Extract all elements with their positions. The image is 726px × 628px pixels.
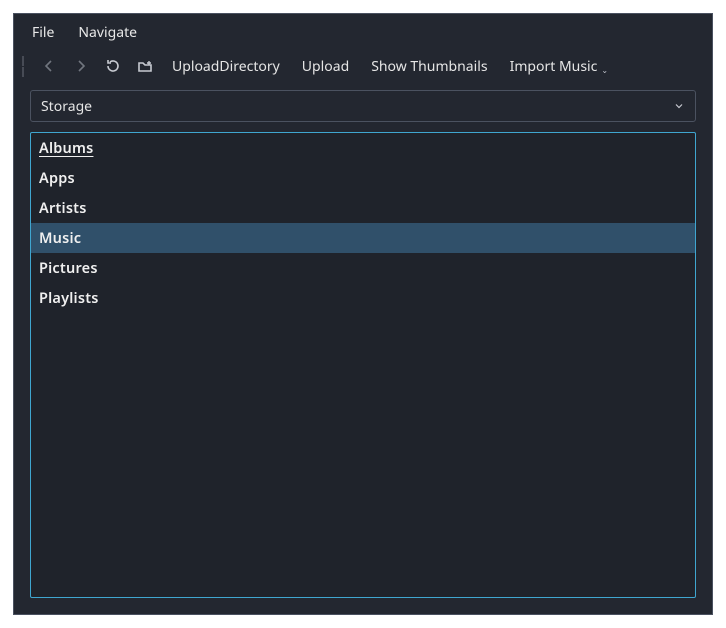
chevron-down-icon [673,100,685,112]
folder-listbox[interactable]: Albums Apps Artists Music Pictures Playl… [30,132,696,598]
upload-directory-button[interactable]: UploadDirectory [162,53,290,80]
list-item[interactable]: Artists [31,193,695,223]
upload-button[interactable]: Upload [292,53,359,80]
location-combo-value: Storage [41,97,92,116]
folder-plus-icon [137,58,153,74]
toolbar: UploadDirectory Upload Show Thumbnails I… [14,50,712,90]
list-item[interactable]: Albums [31,133,695,163]
refresh-button[interactable] [98,52,128,80]
location-combo[interactable]: Storage [30,90,696,122]
chevron-left-icon [41,58,57,74]
chevron-right-icon [73,58,89,74]
show-thumbnails-button[interactable]: Show Thumbnails [361,53,497,80]
new-folder-button[interactable] [130,52,160,80]
menubar: File Navigate [14,14,712,50]
app-window: File Navigate UploadDirectory Upload Sho… [13,13,713,615]
list-item[interactable]: Pictures [31,253,695,283]
menu-navigate[interactable]: Navigate [66,17,149,48]
content-area: Storage Albums Apps Artists Music Pictur… [14,90,712,614]
import-music-button[interactable]: Import Music ⌄ [500,53,618,80]
list-item[interactable]: Playlists [31,283,695,313]
refresh-icon [105,58,121,74]
list-item[interactable]: Music [31,223,695,253]
list-item[interactable]: Apps [31,163,695,193]
back-button[interactable] [34,52,64,80]
dropdown-caret-icon: ⌄ [601,65,608,76]
menu-file[interactable]: File [20,17,66,48]
forward-button[interactable] [66,52,96,80]
import-music-label: Import Music [510,57,598,76]
toolbar-grip [20,55,28,77]
